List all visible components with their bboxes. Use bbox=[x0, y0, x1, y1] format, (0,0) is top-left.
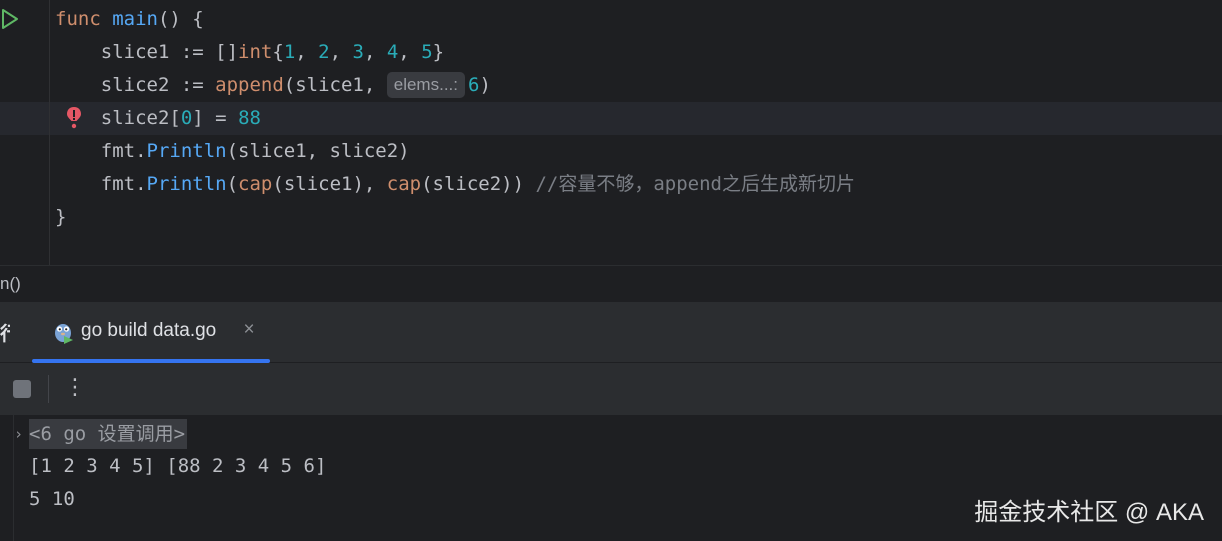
code-token: 2 bbox=[318, 41, 330, 63]
code-token: fmt. bbox=[55, 173, 147, 195]
code-line: } bbox=[55, 201, 66, 234]
watermark: 掘金技术社区 @ AKA bbox=[974, 499, 1204, 526]
code-token: , bbox=[329, 41, 353, 63]
code-token: 4 bbox=[386, 41, 399, 63]
code-token: cap bbox=[238, 173, 273, 195]
more-vertical-icon[interactable]: ⋮ bbox=[64, 373, 86, 405]
console-line: 5 10 bbox=[29, 488, 75, 510]
code-token: slice2[ bbox=[55, 107, 181, 129]
code-token: } bbox=[55, 206, 67, 228]
code-token: slice1 := [] bbox=[55, 41, 239, 63]
gutter-divider bbox=[49, 0, 50, 265]
code-token: 1 bbox=[283, 41, 296, 63]
code-line: fmt.Println(slice1, slice2) bbox=[55, 135, 410, 168]
code-token: ( bbox=[226, 173, 239, 195]
toolbar-divider bbox=[48, 375, 49, 403]
chevron-right-icon[interactable]: › bbox=[14, 425, 23, 443]
code-token: append bbox=[215, 74, 284, 96]
code-token: , bbox=[295, 41, 319, 63]
code-line: func main() { bbox=[55, 3, 204, 36]
code-token: 3 bbox=[352, 41, 364, 63]
code-token: cap bbox=[386, 173, 422, 195]
code-line: slice2 := append(slice1, elems...: 6) bbox=[55, 69, 491, 102]
console-command-line[interactable]: <6 go 设置调用> bbox=[29, 419, 188, 449]
tab-label: go build data.go bbox=[81, 320, 217, 341]
code-token: //容量不够，append之后生成新切片 bbox=[535, 173, 855, 195]
code-token: int bbox=[238, 41, 273, 63]
code-token: { bbox=[272, 41, 284, 63]
code-token: ] = bbox=[192, 107, 239, 129]
run-tool-window-header: 行 go build data.go × bbox=[0, 302, 1222, 363]
code-line: slice2[0] = 88 bbox=[55, 102, 261, 135]
tool-window-title: 行 bbox=[0, 324, 10, 345]
code-token: (slice1, bbox=[283, 74, 387, 96]
parameter-hint: elems...: bbox=[386, 72, 465, 98]
code-token: Println bbox=[146, 173, 227, 195]
code-token: Println bbox=[146, 140, 227, 162]
code-line: fmt.Println(cap(slice1), cap(slice2)) //… bbox=[55, 168, 855, 201]
code-token: (slice2)) bbox=[421, 173, 536, 195]
console-gutter bbox=[0, 415, 14, 541]
code-token: fmt. bbox=[55, 140, 147, 162]
tab-go-build[interactable]: go build data.go × bbox=[32, 302, 270, 363]
code-token: slice2 := bbox=[55, 74, 216, 96]
close-icon[interactable]: × bbox=[240, 319, 258, 341]
code-editor[interactable]: func main() { slice1 := []int{1, 2, 3, 4… bbox=[0, 0, 1222, 265]
run-triangle-icon[interactable] bbox=[0, 8, 20, 30]
code-token: main bbox=[112, 8, 158, 30]
breadcrumb: n() bbox=[0, 265, 1222, 303]
code-token: (slice1, slice2) bbox=[226, 140, 410, 162]
breadcrumb-item[interactable]: n() bbox=[0, 274, 21, 294]
code-token: 5 bbox=[421, 41, 433, 63]
code-token: 88 bbox=[238, 107, 261, 129]
code-token: func bbox=[55, 8, 101, 30]
code-line: slice1 := []int{1, 2, 3, 4, 5} bbox=[55, 36, 444, 69]
code-token: () { bbox=[157, 8, 204, 30]
run-toolbar: ⋮ bbox=[0, 363, 1222, 415]
code-token: 6 bbox=[468, 74, 480, 96]
code-token: } bbox=[432, 41, 445, 63]
code-token: ) bbox=[479, 74, 491, 96]
stop-icon[interactable] bbox=[13, 380, 31, 398]
gopher-run-icon bbox=[55, 324, 73, 344]
code-token: (slice1), bbox=[272, 173, 387, 195]
code-token: 0 bbox=[180, 107, 193, 129]
console-line: [1 2 3 4 5] [88 2 3 4 5 6] bbox=[29, 455, 327, 477]
code-token: , bbox=[398, 41, 422, 63]
code-token: , bbox=[363, 41, 387, 63]
